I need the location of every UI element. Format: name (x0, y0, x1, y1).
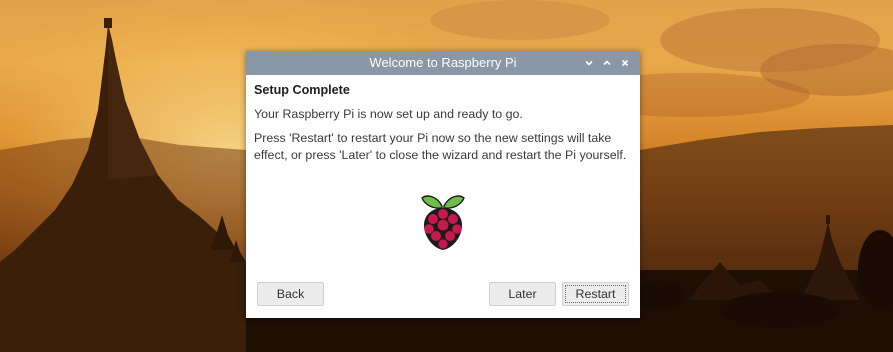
restart-button[interactable]: Restart (562, 282, 629, 306)
window-titlebar[interactable]: Welcome to Raspberry Pi (246, 51, 640, 75)
chevron-down-icon[interactable] (580, 51, 598, 75)
focus-ring (565, 285, 626, 303)
desktop-background: Welcome to Raspberry Pi Setup Complete Y… (0, 0, 893, 352)
later-button[interactable]: Later (489, 282, 556, 306)
window-title: Welcome to Raspberry Pi (369, 55, 517, 70)
welcome-wizard-window: Welcome to Raspberry Pi Setup Complete Y… (246, 51, 640, 318)
setup-complete-message: Your Raspberry Pi is now set up and read… (254, 107, 523, 121)
wizard-content: Setup Complete Your Raspberry Pi is now … (246, 75, 640, 164)
raspberry-pi-logo (419, 192, 467, 252)
close-icon[interactable] (616, 51, 634, 75)
back-button[interactable]: Back (257, 282, 324, 306)
chevron-up-icon[interactable] (598, 51, 616, 75)
restart-instructions: Press 'Restart' to restart your Pi now s… (254, 131, 627, 162)
window-controls (580, 51, 634, 75)
page-title: Setup Complete (254, 83, 350, 97)
